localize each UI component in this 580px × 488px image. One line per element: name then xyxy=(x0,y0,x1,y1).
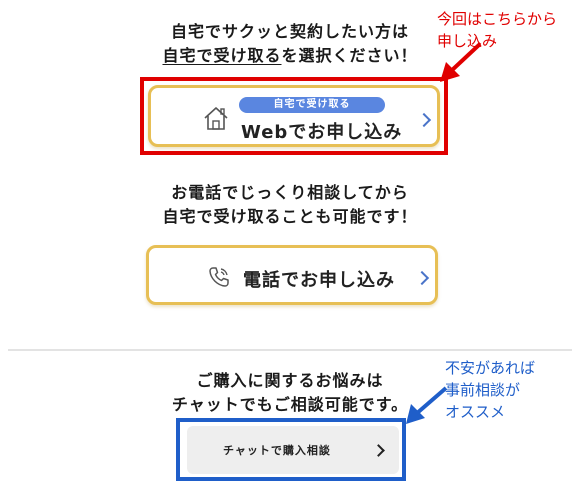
blue-note-line3: オススメ xyxy=(445,403,506,421)
web-heading-underlined: 自宅で受け取る xyxy=(162,46,282,65)
chevron-right-icon xyxy=(372,444,385,457)
phone-heading: お電話でじっくり相談してから 自宅で受け取ることも可能です！ xyxy=(0,181,580,229)
phone-apply-label: 電話でお申し込み xyxy=(243,270,395,291)
web-apply-button[interactable]: 自宅で受け取る Webでお申し込み xyxy=(148,85,440,147)
chat-consult-button[interactable]: チャットで購入相談 xyxy=(187,426,399,474)
red-arrow-icon xyxy=(436,40,486,88)
phone-heading-line2: 自宅で受け取ることも可能です！ xyxy=(162,207,418,226)
red-note-line1: 今回はこちらから xyxy=(437,10,558,28)
phone-heading-line1: お電話でじっくり相談してから xyxy=(171,183,409,202)
chevron-right-icon xyxy=(416,112,432,128)
house-icon xyxy=(203,105,229,135)
section-divider xyxy=(8,349,572,351)
web-heading-rest: を選択ください！ xyxy=(281,46,418,65)
blue-annotation: 不安があれば 事前相談が オススメ xyxy=(445,357,575,423)
blue-note-line2: 事前相談が xyxy=(445,381,521,399)
phone-icon xyxy=(207,265,231,293)
chat-consult-label: チャットで購入相談 xyxy=(223,444,331,457)
chevron-right-icon xyxy=(414,270,430,286)
web-apply-label: Webでお申し込み xyxy=(241,122,403,143)
blue-note-line1: 不安があれば xyxy=(445,359,536,377)
phone-apply-button[interactable]: 電話でお申し込み xyxy=(146,245,438,305)
home-receive-badge: 自宅で受け取る xyxy=(239,97,385,113)
blue-arrow-icon xyxy=(402,384,450,430)
